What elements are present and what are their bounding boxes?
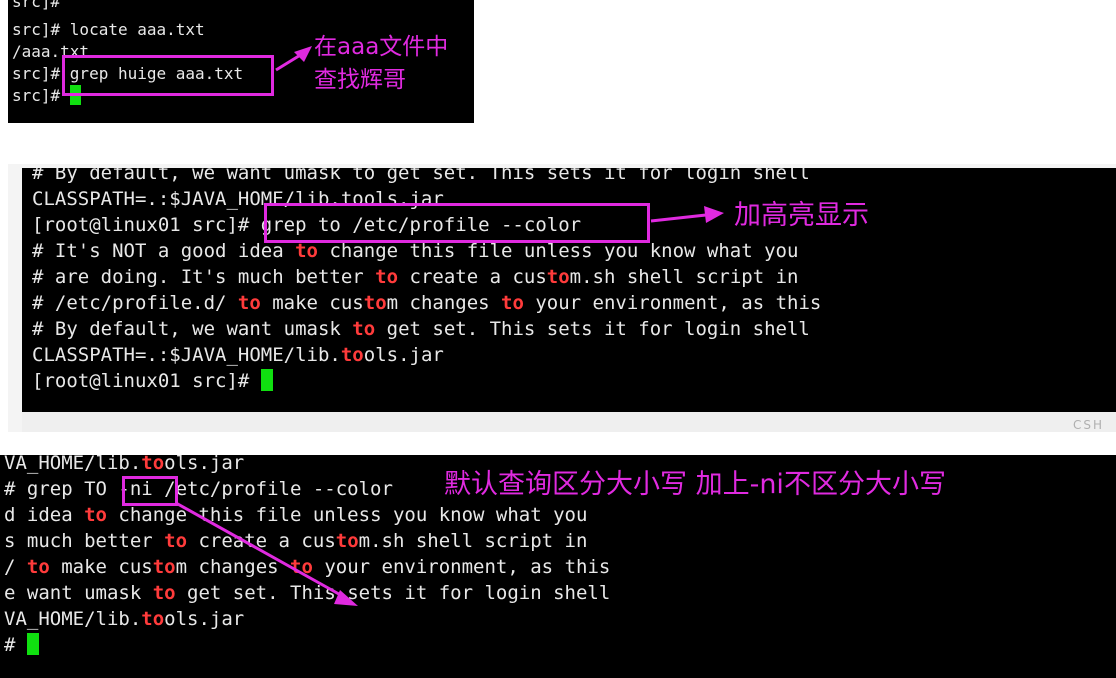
annotation-arrows	[175, 46, 724, 606]
arrow-head	[704, 206, 724, 223]
arrow-head	[294, 46, 312, 62]
arrow-line	[650, 213, 707, 223]
arrow-line	[175, 501, 347, 600]
arrow-line	[275, 52, 303, 72]
